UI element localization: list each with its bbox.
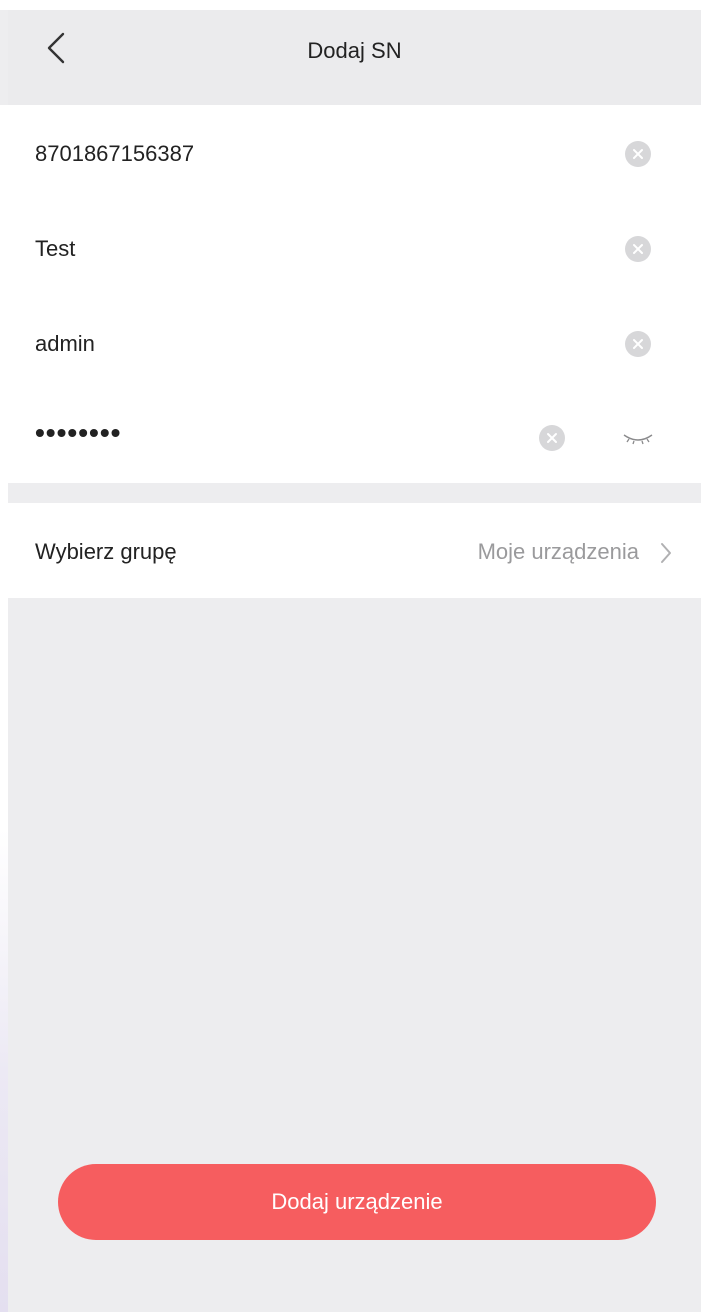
- password-row: ••••••••: [8, 389, 701, 483]
- clear-icon[interactable]: [539, 425, 565, 451]
- add-device-button[interactable]: Dodaj urządzenie: [58, 1164, 656, 1240]
- section-divider: [8, 483, 701, 503]
- serial-number-row: [8, 105, 701, 199]
- header-bar: Dodaj SN: [8, 10, 701, 105]
- group-label: Wybierz grupę: [35, 539, 177, 564]
- username-row: [8, 295, 701, 389]
- serial-number-input[interactable]: [35, 141, 515, 167]
- group-value: Moje urządzenia: [477, 539, 639, 564]
- clear-icon[interactable]: [625, 141, 651, 167]
- device-name-input[interactable]: [35, 236, 515, 262]
- add-device-label: Dodaj urządzenie: [271, 1189, 443, 1214]
- username-input[interactable]: [35, 331, 515, 357]
- chevron-right-icon: [659, 541, 673, 565]
- status-strip: [0, 0, 701, 10]
- clear-icon[interactable]: [625, 331, 651, 357]
- clear-icon[interactable]: [625, 236, 651, 262]
- select-group-row[interactable]: Wybierz grupę Moje urządzenia: [8, 503, 701, 598]
- eye-closed-icon[interactable]: [621, 426, 655, 450]
- device-name-row: [8, 200, 701, 294]
- add-device-screen: Dodaj SN ••••••••: [0, 0, 701, 1312]
- page-title: Dodaj SN: [307, 38, 402, 63]
- left-edge: [0, 105, 8, 1312]
- password-input[interactable]: ••••••••: [35, 417, 515, 449]
- device-form: ••••••••: [8, 105, 701, 483]
